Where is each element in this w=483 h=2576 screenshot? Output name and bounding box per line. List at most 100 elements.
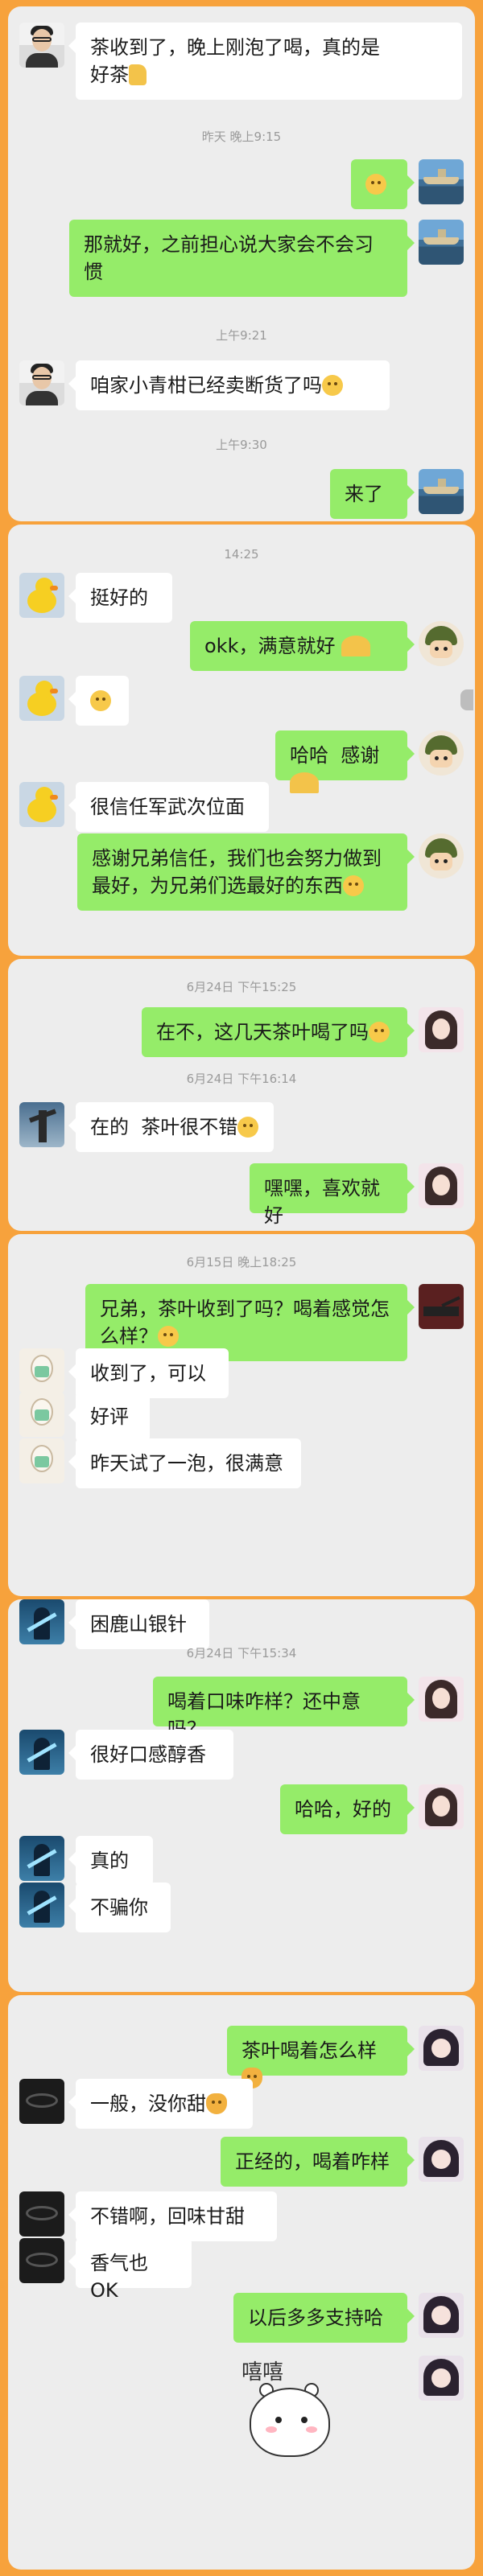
sent-message-bubble[interactable]: 在不，这几天茶叶喝了吗 xyxy=(142,1007,415,1057)
avatar[interactable] xyxy=(419,833,464,879)
received-message-bubble[interactable]: 真的 xyxy=(68,1836,153,1886)
avatar-art xyxy=(432,1018,450,1039)
received-message-bubble[interactable]: 不错啊，回味甘甜 xyxy=(68,2191,277,2241)
smile-emoji-icon xyxy=(90,690,111,711)
avatar[interactable] xyxy=(19,2238,64,2283)
sent-message-bubble[interactable]: 哈哈，好的 xyxy=(280,1784,415,1834)
avatar-art xyxy=(431,2368,451,2388)
avatar[interactable] xyxy=(19,2191,64,2237)
avatar[interactable] xyxy=(419,159,464,204)
received-message-bubble[interactable]: 香气也 OK xyxy=(68,2238,192,2302)
avatar-art xyxy=(444,859,448,863)
avatar[interactable] xyxy=(419,1163,464,1208)
avatar[interactable] xyxy=(19,1438,64,1483)
sent-message-bubble[interactable]: 嘿嘿，喜欢就好 xyxy=(250,1163,415,1227)
avatar-art xyxy=(26,2253,58,2267)
avatar[interactable] xyxy=(19,1392,64,1437)
sent-message-bubble[interactable]: 来了 xyxy=(330,469,415,519)
avatar-art xyxy=(430,750,452,767)
avatar[interactable] xyxy=(419,1784,464,1829)
message-text: 不错啊，回味甘甜 xyxy=(90,2205,245,2228)
sent-message-bubble[interactable]: okk，满意就好 xyxy=(190,621,415,671)
timestamp: 6月24日 下午15:25 xyxy=(186,980,297,994)
avatar[interactable] xyxy=(419,1677,464,1722)
avatar-art xyxy=(35,1456,49,1467)
avatar[interactable] xyxy=(19,1883,64,1928)
received-message-bubble[interactable]: 很好口感醇香 xyxy=(68,1730,233,1780)
avatar-art xyxy=(431,2306,451,2325)
received-message-bubble[interactable]: 昨天试了一泡，很满意 xyxy=(68,1438,301,1488)
timestamp: 上午9:30 xyxy=(216,438,267,452)
avatar[interactable] xyxy=(419,730,464,776)
received-message-bubble[interactable]: 咱家小青柑已经卖断货了吗 xyxy=(68,360,390,410)
avatar-art xyxy=(35,1366,49,1377)
received-message-bubble[interactable]: 在的 茶叶很不错 xyxy=(68,1102,274,1152)
avatar-art xyxy=(32,375,52,380)
avatar[interactable] xyxy=(419,2137,464,2182)
bear-art xyxy=(266,2426,277,2433)
avatar[interactable] xyxy=(19,1102,64,1147)
avatar-art xyxy=(50,689,58,693)
avatar[interactable] xyxy=(19,1836,64,1881)
scroll-handle[interactable] xyxy=(460,689,473,710)
message-text: 来了 xyxy=(345,483,383,505)
timestamp: 6月24日 下午16:14 xyxy=(186,1072,297,1086)
avatar[interactable] xyxy=(419,469,464,514)
sent-message-bubble[interactable]: 那就好，之前担心说大家会不会习 惯 xyxy=(69,220,415,297)
grin-emoji-icon xyxy=(343,875,364,896)
sticker-bear[interactable]: 嘻嘻 xyxy=(209,2356,386,2533)
avatar[interactable] xyxy=(419,2356,464,2401)
sent-message-bubble[interactable]: 喝着口味咋样？还中意吗？ xyxy=(153,1677,415,1740)
message-text: 正经的，喝着咋样 xyxy=(235,2150,390,2173)
received-message-bubble[interactable]: 收到了，可以 xyxy=(68,1348,229,1398)
avatar[interactable] xyxy=(419,621,464,666)
avatar[interactable] xyxy=(19,1348,64,1393)
received-message-bubble[interactable]: 好评 xyxy=(68,1392,150,1442)
avatar[interactable] xyxy=(19,782,64,827)
avatar-art xyxy=(423,1307,459,1316)
avatar-art xyxy=(431,2039,451,2058)
avatar[interactable] xyxy=(419,1007,464,1052)
sent-message-bubble[interactable] xyxy=(351,159,415,209)
timestamp: 6月24日 下午15:34 xyxy=(186,1646,297,1660)
message-text: 一般，没你甜 xyxy=(90,2092,206,2115)
sent-message-bubble[interactable]: 以后多多支持哈 xyxy=(233,2293,415,2343)
sent-message-bubble[interactable]: 哈哈 感谢 xyxy=(275,730,415,793)
avatar[interactable] xyxy=(19,676,64,721)
sent-message-bubble[interactable]: 茶叶喝着怎么样 xyxy=(227,2026,415,2088)
avatar[interactable] xyxy=(419,2293,464,2338)
praying-hands-icon xyxy=(341,636,371,656)
avatar[interactable] xyxy=(19,1599,64,1644)
avatar-art xyxy=(435,859,439,863)
avatar[interactable] xyxy=(419,1284,464,1329)
bear-art xyxy=(306,2426,317,2433)
avatar[interactable] xyxy=(19,573,64,618)
received-message-bubble[interactable]: 茶收到了，晚上刚泡了喝，真的是 好茶 xyxy=(68,23,462,100)
received-message-bubble[interactable]: 困鹿山银针 xyxy=(68,1599,209,1649)
avatar[interactable] xyxy=(19,1730,64,1775)
received-message-bubble[interactable]: 挺好的 xyxy=(68,573,172,623)
avatar-art xyxy=(32,37,52,42)
avatar-art xyxy=(441,1296,460,1307)
avatar-art xyxy=(26,2093,58,2108)
message-text: okk，满意就好 xyxy=(204,635,342,657)
avatar[interactable] xyxy=(19,23,64,68)
avatar[interactable] xyxy=(419,220,464,265)
avatar-art xyxy=(50,795,58,800)
received-message-bubble[interactable] xyxy=(68,676,129,726)
sticker-text: 嘻嘻 xyxy=(242,2360,284,2385)
message-text: 很好口感醇香 xyxy=(90,1743,206,1766)
avatar[interactable] xyxy=(19,2079,64,2124)
avatar-art xyxy=(423,177,459,184)
received-message-bubble[interactable]: 一般，没你甜 xyxy=(68,2079,253,2129)
avatar[interactable] xyxy=(19,360,64,405)
received-message-bubble[interactable]: 很信任军武次位面 xyxy=(68,782,269,832)
avatar[interactable] xyxy=(419,2026,464,2071)
sent-message-bubble[interactable]: 正经的，喝着咋样 xyxy=(221,2137,415,2187)
avatar-art xyxy=(438,169,446,177)
timestamp: 6月15日 晚上18:25 xyxy=(186,1255,297,1269)
received-message-bubble[interactable]: 不骗你 xyxy=(68,1883,171,1932)
chat-panel: 6月24日 下午15:25 在不，这几天茶叶喝了吗 6月24日 下午16:14 在的 … xyxy=(8,959,475,1231)
sent-message-bubble[interactable]: 感谢兄弟信任，我们也会努力做到 最好，为兄弟们选最好的东西 xyxy=(77,833,415,911)
avatar-art xyxy=(430,640,452,658)
